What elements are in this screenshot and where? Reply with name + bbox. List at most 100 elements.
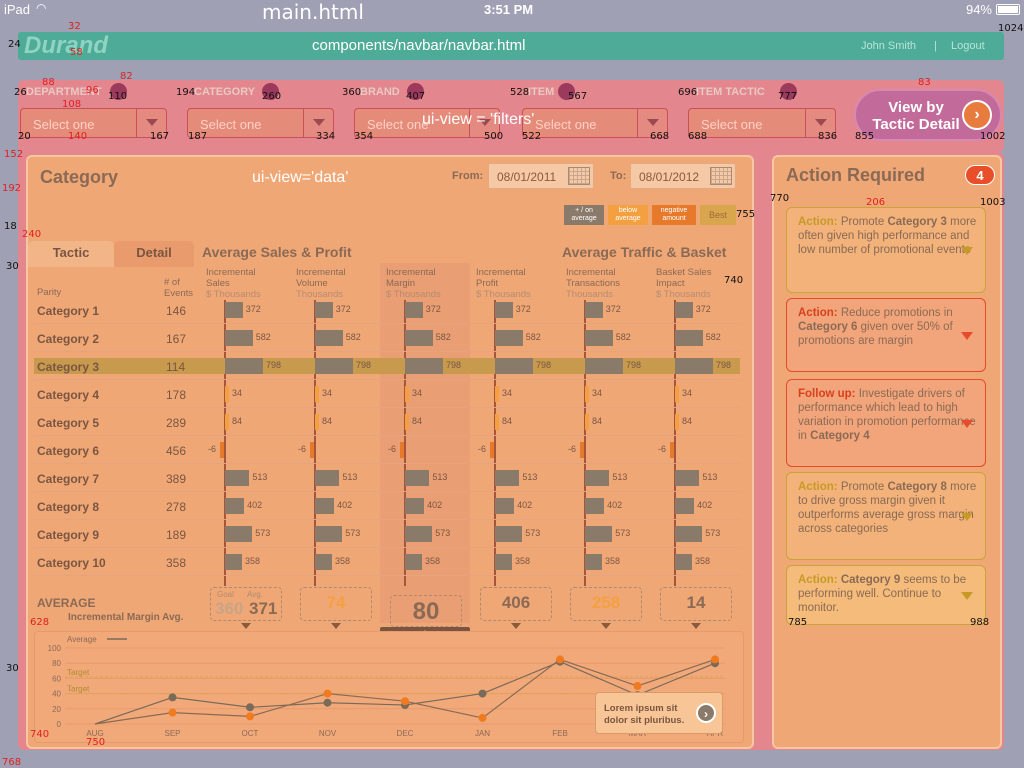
tab-tactic[interactable]: Tactic [28, 241, 114, 267]
category-select[interactable]: Select one [187, 108, 334, 138]
bar-value: 34 [322, 388, 333, 398]
section-traffic-basket: Average Traffic & Basket [562, 244, 727, 260]
dimension-note: 32 [68, 21, 81, 32]
avg-label: Avg. [247, 590, 263, 599]
row-label[interactable]: Category 10 [37, 556, 106, 570]
row-divider [34, 547, 740, 548]
action-required-panel: Action Required 4 Action: Promote Catego… [772, 155, 1002, 749]
x-tick-label: DEC [397, 729, 414, 738]
data-bar [315, 330, 343, 346]
tab-detail[interactable]: Detail [114, 241, 194, 267]
data-bar [675, 414, 679, 430]
action-card[interactable]: Action: Promote Category 8 more to drive… [786, 472, 986, 560]
chevron-down-icon[interactable] [961, 513, 973, 521]
chevron-right-icon[interactable]: › [696, 703, 716, 723]
dimension-note: 96 [86, 85, 99, 96]
data-point [478, 713, 487, 722]
bar-value: -6 [658, 444, 667, 454]
bar-value: 358 [515, 556, 531, 566]
bar-value: 402 [247, 500, 263, 510]
to-date-field[interactable]: 08/01/2012 [630, 163, 736, 189]
data-point [323, 689, 332, 698]
metric-header: Incremental Volume Thousands [296, 267, 346, 300]
header-unit: Thousands [296, 289, 344, 300]
calendar-icon[interactable] [568, 167, 590, 185]
row-divider [34, 435, 740, 436]
bar-value: 573 [345, 528, 361, 538]
logo[interactable]: Durand [24, 32, 108, 60]
bar-value: 84 [502, 416, 513, 426]
user-name[interactable]: John Smith [861, 40, 916, 52]
row-divider [34, 519, 740, 520]
row-label[interactable]: Category 7 [37, 472, 99, 486]
average-box: 406 [480, 587, 552, 621]
bar-value: 34 [592, 388, 603, 398]
bar-value: 84 [322, 416, 333, 426]
data-bar [225, 470, 250, 486]
data-bar [585, 526, 613, 542]
chevron-down-icon[interactable] [331, 623, 341, 629]
chevron-down-icon[interactable] [961, 592, 973, 600]
row-label[interactable]: Category 6 [37, 444, 99, 458]
header-unit: $ Thousands [206, 289, 261, 300]
data-bar [225, 302, 243, 318]
header-line-1: Incremental [386, 267, 436, 278]
metric-header: Incremental Sales $ Thousands [206, 267, 261, 300]
dimension-note: 785 [788, 617, 808, 628]
logout-link[interactable]: Logout [951, 40, 985, 52]
dimension-note: 108 [62, 99, 82, 110]
dimension-note: 24 [8, 39, 21, 50]
bar-value: 582 [345, 332, 361, 342]
bar-value: 798 [626, 360, 642, 370]
data-point [168, 708, 177, 717]
chart-callout[interactable]: Lorem ipsum sit dolor sit pluribus. › [595, 692, 723, 734]
data-bar [315, 386, 319, 402]
item-select[interactable]: Select one [522, 108, 668, 138]
callout-text: Lorem ipsum sit dolor sit pluribus. [604, 703, 685, 726]
action-bold: Category 4 [810, 430, 870, 442]
bar-value: 372 [605, 304, 621, 314]
row-label[interactable]: Category 3 [37, 360, 99, 374]
chevron-down-icon[interactable] [241, 623, 251, 629]
navbar-component-label: components/navbar/navbar.html [312, 37, 526, 54]
dimension-note: 30 [6, 261, 19, 272]
data-bar [405, 470, 430, 486]
dimension-note: 18 [4, 221, 17, 232]
chevron-down-icon[interactable] [511, 623, 521, 629]
row-divider [34, 491, 740, 492]
dimension-note: 500 [484, 131, 504, 142]
bar-value: 84 [682, 416, 693, 426]
action-card[interactable]: Action: Reduce promotions in Category 6 … [786, 298, 986, 372]
chevron-down-icon[interactable] [961, 420, 973, 428]
action-card[interactable]: Action: Promote Category 3 more often gi… [786, 207, 986, 293]
select-value: Select one [200, 117, 262, 132]
data-bar [315, 554, 333, 570]
row-label[interactable]: Category 5 [37, 416, 99, 430]
from-date-field[interactable]: 08/01/2011 [488, 163, 594, 189]
dimension-note: 140 [68, 131, 88, 142]
row-label[interactable]: Category 8 [37, 500, 99, 514]
item-tactic-select[interactable]: Select one [688, 108, 836, 138]
bar-value: -6 [208, 444, 217, 454]
row-label[interactable]: Category 2 [37, 332, 99, 346]
chevron-down-icon[interactable] [601, 623, 611, 629]
action-card[interactable]: Action: Category 9 seems to be performin… [786, 565, 986, 625]
calendar-icon[interactable] [710, 167, 732, 185]
dimension-note: 407 [406, 91, 426, 102]
chevron-down-icon[interactable] [961, 247, 973, 255]
device-label: iPad [4, 2, 31, 17]
chevron-down-icon[interactable] [961, 332, 973, 340]
row-label[interactable]: Category 9 [37, 528, 99, 542]
row-label[interactable]: Category 4 [37, 388, 99, 402]
row-label[interactable]: Category 1 [37, 304, 99, 318]
data-bar [585, 358, 623, 374]
department-select[interactable]: Select one [20, 108, 167, 138]
header-unit: Thousands [566, 289, 614, 300]
data-bar [675, 554, 693, 570]
dimension-note: 152 [4, 149, 24, 160]
dimension-note: 167 [150, 131, 170, 142]
row-events: 114 [166, 360, 186, 374]
chevron-down-icon[interactable] [691, 623, 701, 629]
filter-label-brand: BRAND [360, 86, 400, 98]
action-card[interactable]: Follow up: Investigate drivers of perfor… [786, 379, 986, 467]
